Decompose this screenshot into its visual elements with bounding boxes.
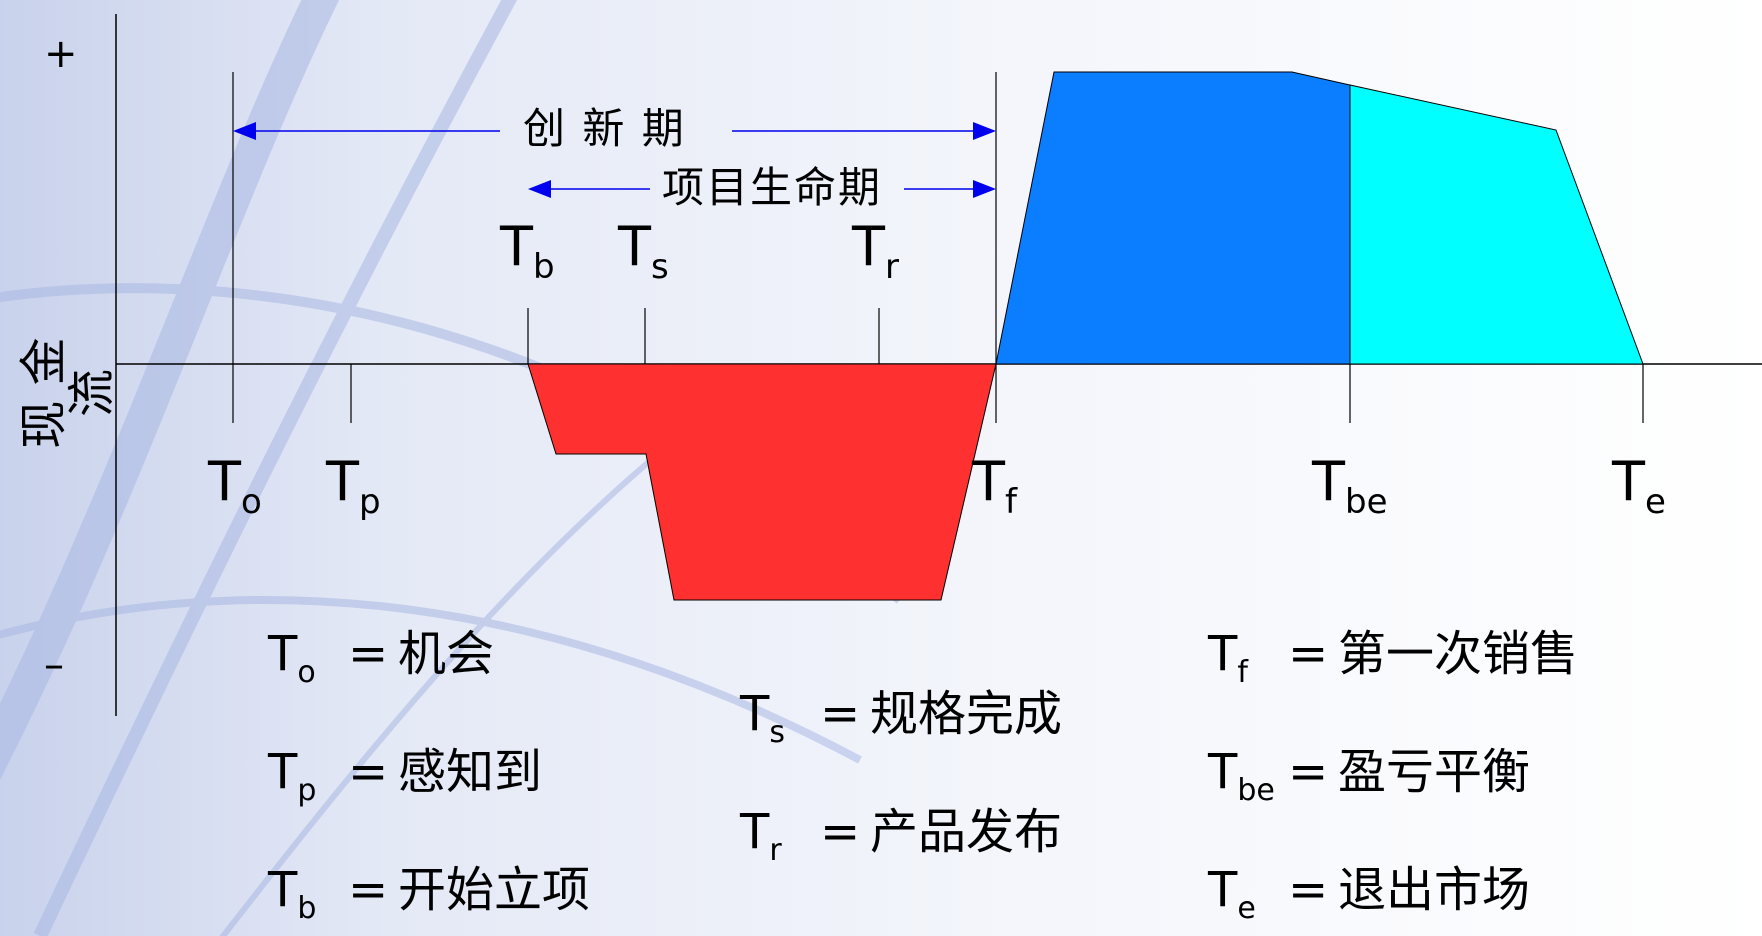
legend-symbol: Tr: [740, 804, 782, 868]
legend-item-to: To = 机会: [268, 626, 495, 690]
project-life-label: 项目生命期: [662, 163, 883, 212]
milestone-to: To: [208, 450, 262, 522]
legend-symbol: Tf: [1208, 626, 1248, 690]
legend-item-tf: Tf = 第一次销售: [1208, 626, 1579, 690]
profit-region: [1349, 84, 1644, 365]
legend-symbol: Tb: [268, 862, 317, 926]
legend-text: 规格完成: [870, 686, 1063, 742]
legend-text: 感知到: [398, 744, 543, 800]
legend-symbol: To: [268, 626, 316, 690]
legend-text: 机会: [398, 626, 495, 682]
milestone-tb: Tb: [500, 215, 555, 287]
legend-text: 退出市场: [1338, 862, 1531, 918]
legend-item-tb: Tb = 开始立项: [268, 862, 591, 926]
legend-symbol: Ts: [740, 686, 785, 750]
legend-text: 盈亏平衡: [1338, 744, 1531, 800]
innovation-period-label: 创 新 期: [523, 104, 686, 153]
legend-item-ts: Ts = 规格完成: [740, 686, 1063, 750]
y-axis-minus: –: [44, 642, 64, 688]
legend-item-tbe: Tbe = 盈亏平衡: [1208, 744, 1531, 808]
y-axis-plus: +: [44, 31, 78, 77]
milestone-ts: Ts: [618, 215, 669, 287]
legend-text: 产品发布: [870, 804, 1063, 860]
legend-item-tr: Tr = 产品发布: [740, 804, 1063, 868]
life-arrow-left-head: [528, 180, 551, 198]
milestone-te: Te: [1612, 450, 1666, 522]
life-arrow-right-head: [973, 180, 996, 198]
investment-region: [527, 363, 997, 601]
legend-text: 开始立项: [398, 862, 591, 918]
milestone-tbe: Tbe: [1312, 450, 1388, 522]
milestone-tr: Tr: [852, 215, 899, 287]
revenue-region: [995, 71, 1351, 365]
milestone-tp: Tp: [326, 450, 381, 522]
y-axis-label: 现 金 流: [16, 337, 120, 449]
legend-symbol: Tbe: [1208, 744, 1275, 808]
legend-symbol: Te: [1208, 862, 1256, 926]
legend-item-te: Te = 退出市场: [1208, 862, 1531, 926]
legend-item-tp: Tp = 感知到: [268, 744, 543, 808]
innovation-arrow-right-head: [973, 122, 996, 140]
milestone-tf: Tf: [972, 450, 1017, 522]
legend-symbol: Tp: [268, 744, 317, 808]
legend-text: 第一次销售: [1338, 626, 1579, 682]
